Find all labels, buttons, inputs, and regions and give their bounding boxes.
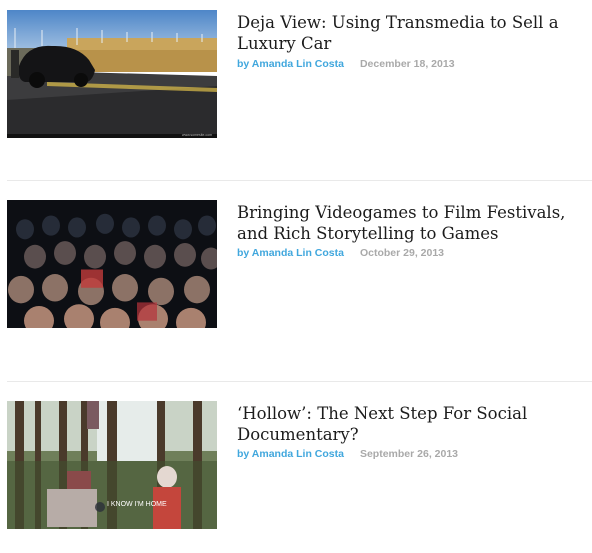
hollow-documentary-image: I KNOW I'M HOME [7,401,217,529]
article-title-link[interactable]: Deja View: Using Transmedia to Sell a Lu… [237,12,577,54]
article-item: I KNOW I'M HOME ‘Hollow’: The Next Step … [7,401,592,529]
article-meta: by Amanda Lin Costa October 29, 2013 [237,247,444,259]
author-link[interactable]: by Amanda Lin Costa [237,58,344,70]
article-divider [7,381,592,382]
article-thumbnail-car-shoot[interactable]: www.somesite.com [7,10,217,138]
article-date: December 18, 2013 [359,58,455,70]
article-date: September 26, 2013 [359,448,459,460]
article-item: Bringing Videogames to Film Festivals, a… [7,200,592,328]
car-film-shoot-image: www.somesite.com [7,10,217,138]
article-title-link[interactable]: ‘Hollow’: The Next Step For Social Docum… [237,403,577,445]
film-audience-image [7,200,217,328]
article-thumbnail-audience[interactable] [7,200,217,328]
article-item: www.somesite.com Deja View: Using Transm… [7,10,592,138]
article-divider [7,180,592,181]
image-watermark: www.somesite.com [182,133,212,137]
author-link[interactable]: by Amanda Lin Costa [237,448,344,460]
article-meta: by Amanda Lin Costa September 26, 2013 [237,448,458,460]
image-caption: I KNOW I'M HOME [107,501,167,508]
author-link[interactable]: by Amanda Lin Costa [237,247,344,259]
article-meta: by Amanda Lin Costa December 18, 2013 [237,58,455,70]
article-date: October 29, 2013 [359,247,445,259]
article-title-link[interactable]: Bringing Videogames to Film Festivals, a… [237,202,577,244]
article-thumbnail-hollow[interactable]: I KNOW I'M HOME [7,401,217,529]
